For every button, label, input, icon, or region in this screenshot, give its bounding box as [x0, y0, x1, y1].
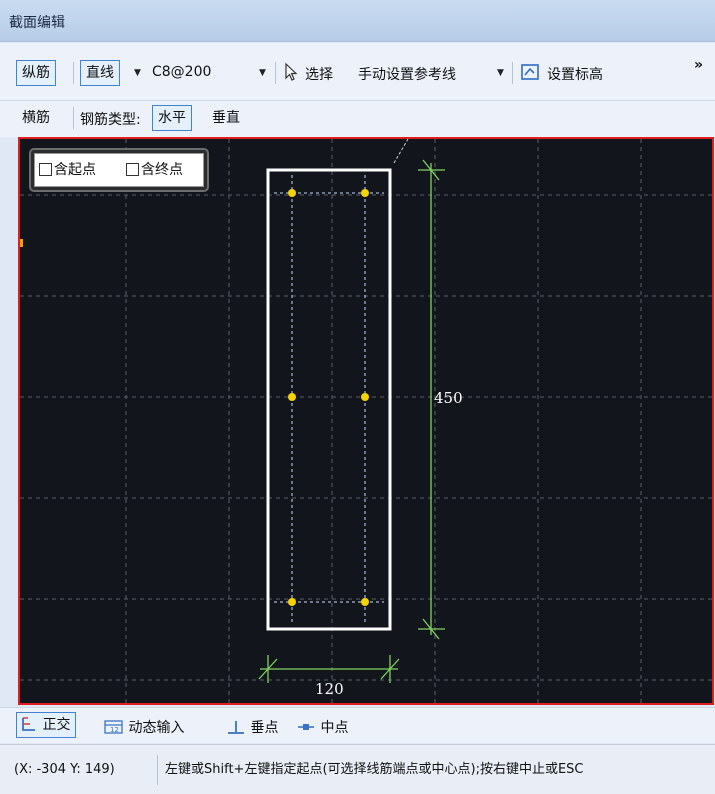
window-titlebar: 截面编辑 [0, 0, 715, 42]
width-dimension-label: 120 [315, 680, 344, 698]
rebar-type-label: 钢筋类型: [80, 112, 141, 128]
toolbar-overflow-label: » [694, 57, 704, 73]
rebar-point [288, 393, 296, 401]
manual-reference-line-button[interactable]: 手动设置参考线 [358, 64, 456, 84]
include-end-label: 含终点 [141, 162, 183, 178]
toolbar-secondary: 横筋 钢筋类型: 水平 垂直 [0, 101, 715, 137]
rebar-spec-select[interactable]: C8@200 [152, 64, 211, 80]
include-start-checkbox-box[interactable] [39, 163, 52, 176]
include-start-checkbox[interactable]: 含起点 [39, 161, 96, 179]
drawing-canvas[interactable]: 450 120 含起点 含终点 [18, 137, 714, 705]
height-dimension-label: 450 [434, 389, 463, 407]
dynamic-input-icon: 12 [104, 720, 123, 734]
include-end-checkbox[interactable]: 含终点 [126, 161, 183, 179]
status-hint: 左键或Shift+左键指定起点(可选择线筋端点或中心点);按右键中止或ESC [165, 762, 584, 777]
status-bar: (X: -304 Y: 149) 左键或Shift+左键指定起点(可选择线筋端点… [0, 744, 715, 794]
set-elevation-label: 设置标高 [547, 67, 603, 83]
vertical-type-button[interactable]: 垂直 [206, 105, 246, 131]
midpoint-icon [298, 724, 314, 730]
toolbar-main: 纵筋 直线 ▼ C8@200 ▼ 选择 手动设置参考线 ▼ 设置标高 » [0, 43, 715, 101]
ortho-icon [22, 717, 35, 731]
window-title: 截面编辑 [9, 15, 65, 31]
toolbar-separator [73, 107, 74, 129]
line-mode-dropdown-icon[interactable]: ▼ [134, 68, 141, 78]
origin-marker [20, 239, 23, 247]
perpendicular-label: 垂点 [250, 720, 279, 736]
toolbar-separator [512, 62, 513, 84]
manual-reference-line-label: 手动设置参考线 [358, 67, 456, 83]
toolbar-separator [275, 62, 276, 84]
set-elevation-icon[interactable] [520, 63, 540, 81]
horizontal-type-label: 水平 [158, 110, 186, 126]
width-dimension [258, 655, 400, 683]
rebar-point [288, 598, 296, 606]
line-mode-button[interactable]: 直线 [80, 60, 120, 86]
snap-toolbar: 正交 12 动态输入 垂点 中点 [0, 707, 715, 743]
set-elevation-button[interactable]: 设置标高 [547, 64, 603, 84]
longitudinal-rebar-button[interactable]: 纵筋 [16, 60, 56, 86]
section-drawing: 450 120 [20, 139, 712, 703]
point-options-inner: 含起点 含终点 [34, 153, 204, 187]
rebar-point [288, 189, 296, 197]
rebar-spec-dropdown-icon[interactable]: ▼ [259, 68, 266, 78]
ortho-label: 正交 [42, 717, 71, 733]
midpoint-label: 中点 [320, 720, 349, 736]
line-mode-label: 直线 [86, 65, 114, 81]
rebar-point [361, 598, 369, 606]
grid-lines [20, 139, 712, 703]
reference-line [393, 139, 409, 164]
dynamic-input-button[interactable]: 12 动态输入 [104, 717, 184, 737]
perpendicular-snap-button[interactable]: 垂点 [226, 717, 278, 737]
rebar-spec-value: C8@200 [152, 64, 212, 80]
cursor-coordinates: (X: -304 Y: 149) [4, 755, 158, 785]
transverse-rebar-button[interactable]: 横筋 [16, 105, 56, 131]
rebar-point [361, 393, 369, 401]
point-options-panel: 含起点 含终点 [29, 148, 209, 192]
include-end-checkbox-box[interactable] [126, 163, 139, 176]
toolbar-separator [73, 62, 74, 84]
rebar-point [361, 189, 369, 197]
longitudinal-rebar-label: 纵筋 [22, 65, 50, 81]
dynamic-input-label: 动态输入 [128, 720, 185, 736]
select-button[interactable]: 选择 [305, 64, 333, 84]
horizontal-type-button[interactable]: 水平 [152, 105, 192, 131]
cursor-arrow-icon[interactable] [283, 62, 299, 82]
svg-text:12: 12 [110, 726, 119, 734]
toolbar-overflow-button[interactable]: » [694, 57, 703, 73]
include-start-label: 含起点 [54, 162, 96, 178]
manual-reference-dropdown-icon[interactable]: ▼ [497, 68, 504, 78]
select-label: 选择 [305, 67, 333, 83]
midpoint-snap-button[interactable]: 中点 [296, 717, 348, 737]
section-outline[interactable] [266, 168, 392, 631]
perpendicular-icon [228, 721, 244, 734]
transverse-rebar-label: 横筋 [22, 110, 50, 126]
ortho-button[interactable]: 正交 [16, 712, 77, 738]
vertical-type-label: 垂直 [212, 110, 240, 126]
